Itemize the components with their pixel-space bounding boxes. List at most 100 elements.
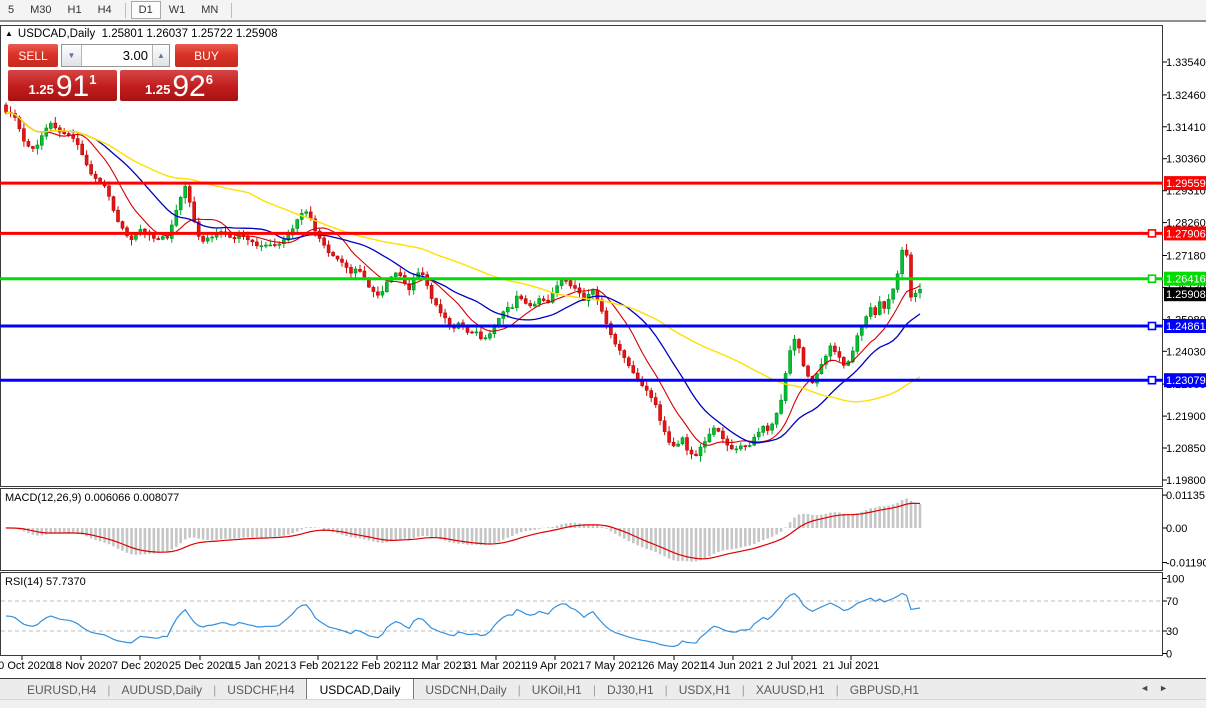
rsi-name: RSI(14) — [5, 576, 43, 588]
trading-terminal-window: 1.335401.324601.314101.303601.293101.282… — [0, 0, 1206, 708]
date-axis-label: 2 Jul 2021 — [767, 660, 818, 672]
date-axis-label: 26 May 2021 — [642, 660, 706, 672]
period-button-h1[interactable]: H1 — [60, 1, 90, 19]
tab-scroll-arrows: ◄► — [1140, 683, 1178, 693]
period-button-m30[interactable]: M30 — [22, 1, 59, 19]
candles-up-bodies — [36, 123, 922, 455]
date-axis-label: 19 Apr 2021 — [525, 660, 584, 672]
timeframe-toolbar: 5M30H1H4 D1W1MN — [0, 0, 1206, 22]
tab-scroll-right-icon[interactable]: ► — [1159, 683, 1178, 693]
rsi-axis-label: 100 — [1166, 574, 1184, 586]
date-axis-label: 21 Jul 2021 — [823, 660, 880, 672]
date-axis-label: 31 Mar 2021 — [465, 660, 527, 672]
period-button-mn[interactable]: MN — [193, 1, 226, 19]
period-button-w1[interactable]: W1 — [161, 1, 194, 19]
one-click-trade-panel: SELL ▼ 3.00 ▲ BUY 1.25 91 1 1.25 92 6 — [8, 44, 238, 101]
period-button-h4[interactable]: H4 — [90, 1, 120, 19]
bid-price-big-digits: 91 — [56, 73, 89, 100]
level-price-tag-text: 1.26416 — [1166, 274, 1206, 286]
date-axis-label: 7 May 2021 — [585, 660, 642, 672]
rsi-axis-label: 70 — [1166, 596, 1178, 608]
level-price-tag-text: 1.29559 — [1166, 178, 1206, 190]
macd-axis-label: 0.00 — [1166, 523, 1187, 535]
tab-usdcad-daily[interactable]: USDCAD,Daily — [306, 679, 415, 700]
rsi-level-lines — [1, 601, 1162, 631]
date-axis-label: 12 Mar 2021 — [406, 660, 468, 672]
volume-input[interactable]: 3.00 — [82, 45, 152, 66]
tab-ukoil-h1[interactable]: UKOil,H1 — [521, 679, 593, 700]
candles-down-wicks — [6, 103, 911, 460]
tab-usdchf-h4[interactable]: USDCHF,H4 — [216, 679, 305, 700]
price-axis-label: 1.33540 — [1166, 57, 1206, 69]
price-axis-label: 1.19800 — [1166, 475, 1206, 487]
rsi-indicator-label: RSI(14) 57.7370 — [5, 576, 86, 588]
tab-xauusd-h1[interactable]: XAUUSD,H1 — [745, 679, 836, 700]
volume-decrease-button[interactable]: ▼ — [62, 45, 82, 66]
status-strip — [0, 699, 1206, 708]
panel-borders — [1, 26, 1163, 656]
bid-price-prefix: 1.25 — [29, 82, 54, 97]
tab-usdcnh-daily[interactable]: USDCNH,Daily — [414, 679, 517, 700]
date-axis-label: 3 Feb 2021 — [290, 660, 346, 672]
rsi-value: 57.7370 — [46, 576, 86, 588]
chart-symbol-label: USDCAD,Daily — [18, 28, 95, 40]
chart-ohlc-values: 1.25801 1.26037 1.25722 1.25908 — [102, 28, 278, 40]
date-axis-label: 7 Dec 2020 — [112, 660, 168, 672]
price-axis-label: 1.32460 — [1166, 90, 1206, 102]
sell-button[interactable]: SELL — [8, 44, 58, 67]
date-axis-label: 25 Dec 2020 — [169, 660, 231, 672]
current-price-tag-text: 1.25908 — [1166, 289, 1206, 301]
bid-price-pip-digit: 1 — [89, 72, 96, 87]
macd-values: 0.006066 0.008077 — [84, 492, 179, 504]
price-axis-label: 1.27180 — [1166, 251, 1206, 263]
level-anchor-marker[interactable] — [1149, 230, 1156, 237]
date-axis-label: 30 Oct 2020 — [0, 660, 52, 672]
tab-audusd-daily[interactable]: AUDUSD,Daily — [110, 679, 213, 700]
volume-spinner: ▼ 3.00 ▲ — [61, 44, 170, 67]
price-axis-label: 1.21900 — [1166, 411, 1206, 423]
price-axis-label: 1.24030 — [1166, 346, 1206, 358]
date-axis-label: 22 Feb 2021 — [346, 660, 408, 672]
level-anchor-marker[interactable] — [1149, 275, 1156, 282]
period-button-d1[interactable]: D1 — [131, 1, 161, 19]
macd-indicator-label: MACD(12,26,9) 0.006066 0.008077 — [5, 492, 179, 504]
level-anchor-marker[interactable] — [1149, 377, 1156, 384]
macd-histogram — [6, 499, 920, 562]
macd-axis-label: 0.01135 — [1166, 490, 1205, 502]
price-axis-label: 1.30360 — [1166, 154, 1206, 166]
level-price-tag-text: 1.24861 — [1166, 321, 1206, 333]
toolbar-separator — [231, 3, 232, 18]
toolbar-separator — [125, 3, 126, 18]
buy-button[interactable]: BUY — [175, 44, 238, 67]
price-axis-label: 1.20850 — [1166, 443, 1206, 455]
level-price-tag-text: 1.27906 — [1166, 228, 1206, 240]
ask-price-box[interactable]: 1.25 92 6 — [120, 70, 238, 101]
ma-slow-line — [6, 112, 920, 401]
tab-eurusd-h4[interactable]: EURUSD,H4 — [16, 679, 107, 700]
volume-increase-button[interactable]: ▲ — [152, 45, 169, 66]
tab-gbpusd-h1[interactable]: GBPUSD,H1 — [839, 679, 930, 700]
symbol-tab-bar: EURUSD,H4|AUDUSD,Daily|USDCHF,H4USDCAD,D… — [0, 678, 1206, 700]
ask-price-pip-digit: 6 — [206, 72, 213, 87]
macd-axis-label: -0.01190 — [1166, 558, 1206, 570]
tab-scroll-left-icon[interactable]: ◄ — [1140, 683, 1159, 693]
price-axis-label: 1.31410 — [1166, 122, 1206, 134]
ask-price-big-digits: 92 — [172, 73, 205, 100]
ask-price-prefix: 1.25 — [145, 82, 170, 97]
date-axis-label: 15 Jan 2021 — [229, 660, 290, 672]
level-anchor-marker[interactable] — [1149, 323, 1156, 330]
rsi-axis-label: 30 — [1166, 626, 1178, 638]
rsi-axis-label: 0 — [1166, 649, 1172, 661]
date-axis-label: 18 Nov 2020 — [50, 660, 112, 672]
date-axis-label: 14 Jun 2021 — [703, 660, 764, 672]
collapse-triangle-icon[interactable]: ▲ — [5, 29, 13, 38]
candles-down-bodies — [5, 105, 913, 456]
candles-up-wicks — [37, 121, 920, 462]
period-button-5[interactable]: 5 — [0, 1, 22, 19]
bid-price-box[interactable]: 1.25 91 1 — [8, 70, 117, 101]
level-price-tag-text: 1.23079 — [1166, 375, 1206, 387]
chart-title: ▲ USDCAD,Daily 1.25801 1.26037 1.25722 1.… — [5, 28, 278, 40]
macd-name: MACD(12,26,9) — [5, 492, 81, 504]
tab-usdx-h1[interactable]: USDX,H1 — [668, 679, 742, 700]
tab-dj30-h1[interactable]: DJ30,H1 — [596, 679, 665, 700]
